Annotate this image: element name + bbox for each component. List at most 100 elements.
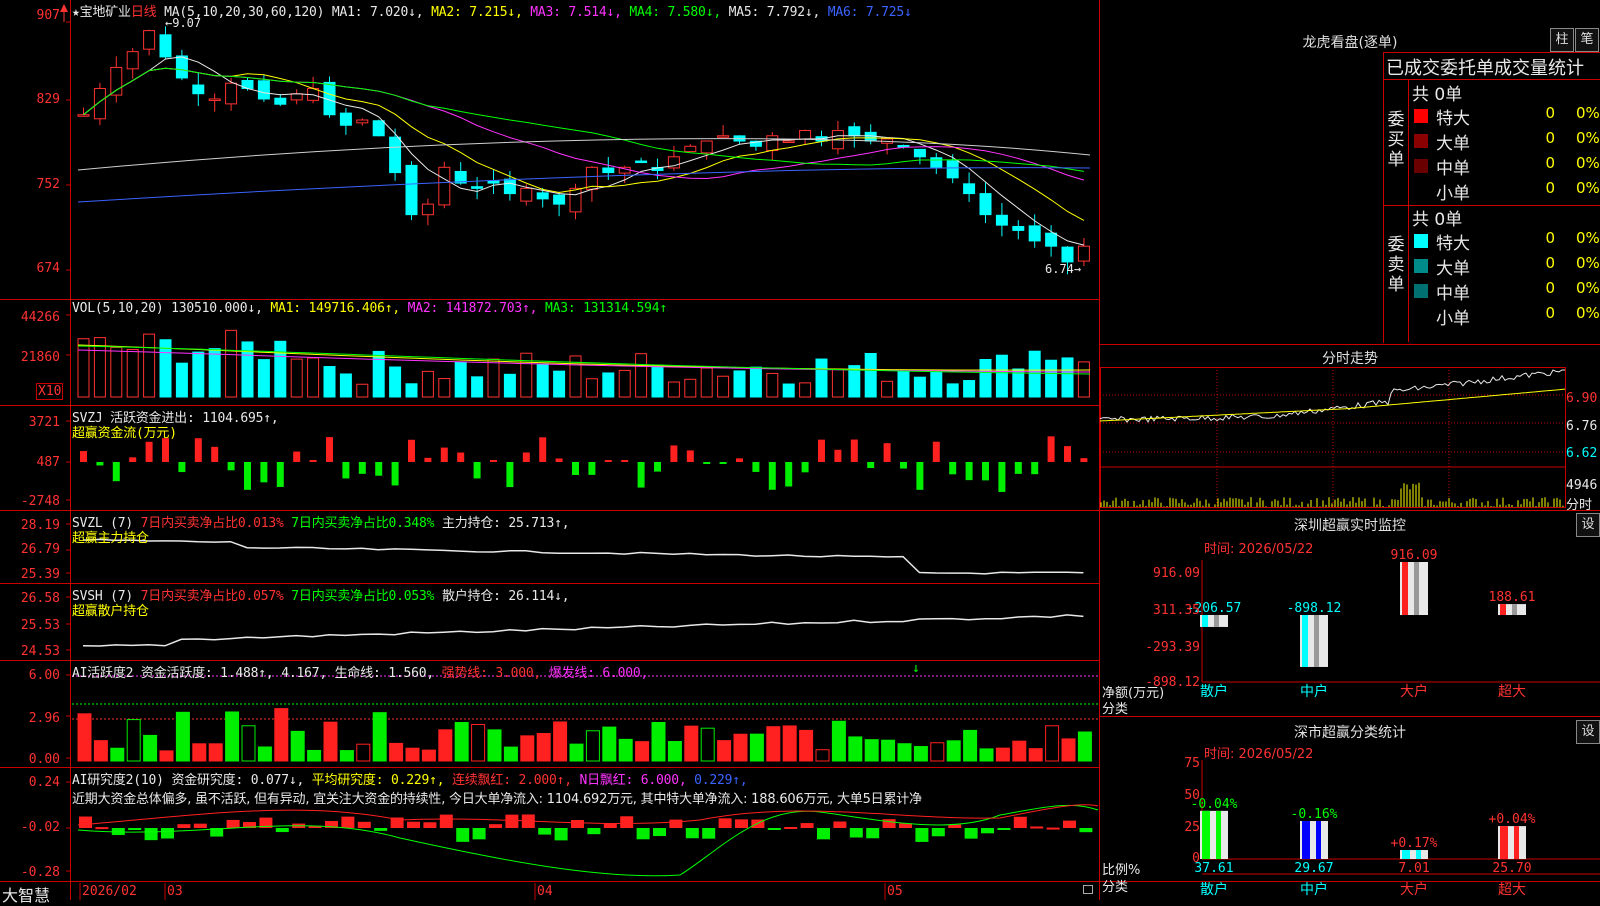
candle-body bbox=[487, 180, 500, 184]
category-label: 大户 bbox=[1400, 683, 1428, 700]
main-y-label: 829 bbox=[36, 92, 60, 107]
activity-bar bbox=[635, 741, 650, 762]
bar-accent bbox=[1402, 850, 1410, 859]
activity-bar bbox=[733, 733, 748, 762]
activity-bar bbox=[815, 749, 830, 762]
volume-bar bbox=[1061, 357, 1074, 398]
ai-active-y-label: 0.00 bbox=[28, 752, 60, 767]
research-bar bbox=[1063, 820, 1076, 828]
app-logo: 大智慧 bbox=[2, 886, 51, 905]
activity-bar bbox=[290, 730, 305, 762]
research-bar bbox=[489, 824, 502, 828]
flow-bar bbox=[522, 452, 530, 462]
tick-mode-button[interactable]: 笔 bbox=[1575, 28, 1599, 52]
flow-bar bbox=[408, 439, 415, 462]
candle-body bbox=[438, 166, 451, 206]
activity-bar bbox=[1028, 748, 1043, 762]
volume-bar bbox=[684, 378, 697, 398]
volume-bar bbox=[503, 373, 516, 398]
main-y-label: 752 bbox=[36, 177, 60, 192]
activity-bar bbox=[159, 750, 174, 762]
ratio-bar-chart[interactable]: -0.04%37.61散户-0.16%29.67中户+0.17%7.01大户+0… bbox=[1100, 716, 1600, 900]
research-bar bbox=[669, 819, 683, 828]
activity-bar bbox=[1012, 740, 1027, 762]
candle-body bbox=[1077, 245, 1090, 262]
buy-row-percent: 0% bbox=[1576, 179, 1600, 197]
volume-bar bbox=[979, 359, 992, 398]
buy-row-color-swatch bbox=[1414, 109, 1428, 123]
candle-body bbox=[389, 136, 402, 174]
bar-shade bbox=[1414, 562, 1419, 615]
flow-bar bbox=[768, 462, 776, 490]
activity-bar bbox=[667, 741, 682, 762]
star-icon[interactable]: ★ bbox=[72, 5, 80, 20]
candle-body bbox=[717, 135, 730, 138]
volume-bar bbox=[208, 348, 221, 398]
sell-total: 共 0单 bbox=[1412, 210, 1463, 230]
activity-bar bbox=[881, 739, 896, 762]
sz-classify-y-label: 25 bbox=[1184, 820, 1200, 835]
sell-orders-label: 委卖单 bbox=[1387, 235, 1405, 295]
sz-classify-y-label: 50 bbox=[1184, 788, 1200, 803]
research-bar bbox=[571, 819, 584, 828]
activity-bar bbox=[126, 719, 141, 762]
ratio-bar: +0.17% bbox=[1391, 836, 1438, 859]
research-bar bbox=[144, 828, 158, 841]
volume-bar bbox=[1045, 359, 1058, 398]
period-label[interactable]: 日线 bbox=[131, 5, 157, 20]
candle-body bbox=[77, 114, 90, 117]
bar-shade bbox=[1214, 615, 1219, 627]
research-bar bbox=[981, 828, 994, 834]
retail-position-line bbox=[82, 614, 1084, 647]
svsh-y-label: 24.53 bbox=[20, 644, 60, 659]
sell-row-label: 大单 bbox=[1436, 259, 1470, 279]
activity-bar bbox=[274, 708, 289, 762]
ma3-value: MA3: 7.514↓, bbox=[530, 5, 622, 20]
research-bar bbox=[456, 828, 470, 842]
activity-bar bbox=[831, 720, 846, 762]
flow-bar bbox=[391, 462, 399, 486]
lock-icon[interactable] bbox=[1083, 885, 1093, 894]
flow-bar bbox=[932, 441, 940, 462]
activity-bar bbox=[225, 711, 240, 762]
volume-bars bbox=[77, 329, 1091, 398]
buy-row-color-swatch bbox=[1414, 184, 1428, 198]
research-bar bbox=[800, 823, 814, 828]
activity-bar bbox=[520, 735, 535, 762]
flow-bar bbox=[342, 462, 350, 479]
research-bar bbox=[275, 828, 289, 833]
research-bar bbox=[653, 828, 666, 837]
bar-accent bbox=[1500, 826, 1508, 859]
volume-bar bbox=[77, 338, 90, 398]
activity-bar bbox=[389, 742, 404, 762]
flow-bar bbox=[145, 441, 153, 462]
candle-body bbox=[1045, 232, 1058, 247]
ai-active-header: AI活跃度2 资金活跃度: 1.488↑, 4.167, 生命线: 1.560,… bbox=[72, 666, 649, 681]
volume-bar bbox=[257, 359, 270, 398]
bar-accent bbox=[1216, 810, 1221, 859]
volume-bar bbox=[290, 358, 303, 398]
sell-row-label: 小单 bbox=[1436, 309, 1470, 329]
research-bar bbox=[833, 821, 847, 828]
activity-bar bbox=[782, 725, 797, 762]
chart-area[interactable] bbox=[0, 0, 1100, 900]
buy-row-label: 中单 bbox=[1436, 159, 1470, 179]
candle-body bbox=[143, 30, 156, 50]
category-label: 大户 bbox=[1400, 881, 1428, 898]
research-bar bbox=[1030, 826, 1044, 829]
intraday-chart[interactable] bbox=[1100, 345, 1600, 510]
activity-bar bbox=[487, 729, 502, 762]
ma-line bbox=[77, 167, 1091, 203]
sell-row-percent: 0% bbox=[1576, 254, 1600, 272]
activity-bar bbox=[1061, 738, 1076, 762]
bar-mode-button[interactable]: 柱 bbox=[1550, 28, 1574, 52]
bar-accent bbox=[1402, 562, 1408, 615]
candle-body bbox=[175, 55, 188, 79]
volume-bar bbox=[471, 376, 484, 398]
volume-bar bbox=[651, 364, 664, 398]
research-bar bbox=[866, 828, 880, 839]
value-label: 29.67 bbox=[1294, 861, 1333, 876]
candle-body bbox=[520, 187, 533, 202]
research-bar bbox=[128, 828, 142, 830]
x-label: 2026/02 bbox=[82, 884, 137, 899]
